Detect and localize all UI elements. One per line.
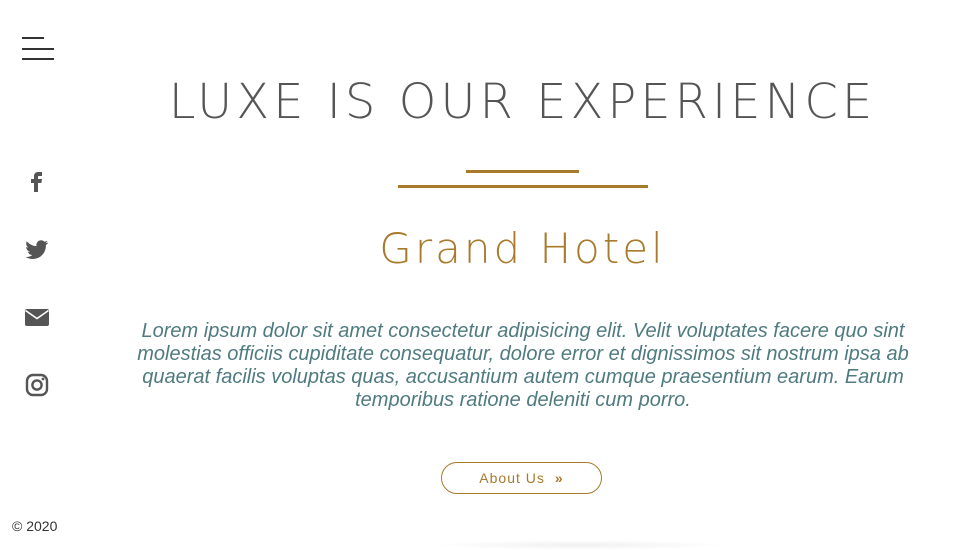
facebook-icon-graphic (31, 172, 42, 192)
intro-paragraph: Lorem ipsum dolor sit amet consectetur a… (137, 320, 909, 411)
about-us-label: About Us (479, 470, 545, 486)
social-links (22, 166, 54, 438)
page-title: LUXE IS OUR EXPERIENCE (168, 74, 877, 130)
envelope-icon-graphic (25, 309, 49, 326)
about-us-button[interactable]: About Us » (441, 462, 602, 494)
hotel-name: Grand Hotel (379, 224, 666, 273)
bottom-shadow (430, 540, 730, 550)
decorative-rule-short (466, 170, 579, 173)
instagram-icon[interactable] (22, 370, 54, 402)
hamburger-menu-icon[interactable] (22, 37, 54, 61)
decorative-rule-long (398, 185, 648, 188)
facebook-icon[interactable] (22, 166, 54, 198)
instagram-icon-graphic (25, 373, 49, 397)
twitter-icon-graphic (25, 240, 49, 259)
double-chevron-right-icon: » (554, 470, 564, 486)
twitter-icon[interactable] (22, 234, 54, 266)
copyright-text: © 2020 (12, 518, 58, 534)
envelope-icon[interactable] (22, 302, 54, 334)
page: © 2020 LUXE IS OUR EXPERIENCE Grand Hote… (0, 0, 970, 550)
